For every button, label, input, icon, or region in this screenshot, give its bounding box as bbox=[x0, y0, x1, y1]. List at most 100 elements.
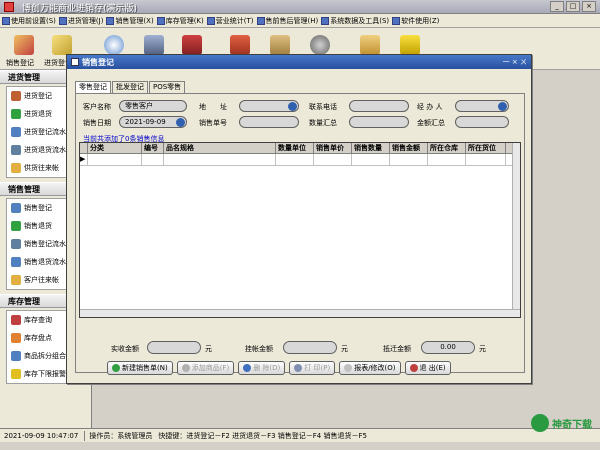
menu-stock[interactable]: 库存管理(K) bbox=[156, 16, 204, 26]
maximize-button[interactable]: □ bbox=[566, 1, 580, 12]
col-qty[interactable]: 销售数量 bbox=[352, 143, 390, 153]
sidebar-item-label: 进货退货流水 bbox=[24, 146, 66, 154]
menu-help-icon bbox=[392, 16, 401, 25]
col-name[interactable]: 品名规格 bbox=[164, 143, 276, 153]
col-location[interactable]: 所在货位 bbox=[466, 143, 506, 153]
cell[interactable] bbox=[466, 154, 506, 165]
report-button[interactable]: 报表/修改(O) bbox=[339, 361, 401, 375]
col-unit[interactable]: 数量单位 bbox=[276, 143, 314, 153]
credit-label: 挂帐金额 bbox=[245, 345, 273, 353]
tab-wholesale[interactable]: 批发登记 bbox=[112, 81, 148, 93]
printer-icon bbox=[294, 364, 303, 372]
sidebar-item-label: 销售退货流水 bbox=[24, 258, 66, 266]
menu-service[interactable]: 售前售后管理(H) bbox=[256, 16, 318, 26]
toolbar-sales-register-label: 销售登记 bbox=[6, 59, 34, 67]
list-icon bbox=[11, 145, 21, 155]
phone-field[interactable] bbox=[349, 100, 409, 112]
table-icon bbox=[11, 315, 21, 325]
cell[interactable] bbox=[390, 154, 428, 165]
dropdown-icon[interactable] bbox=[498, 102, 507, 111]
sidebar-item-label: 销售退货 bbox=[24, 222, 52, 230]
sidebar-item-label: 库存下限报警 bbox=[24, 370, 66, 378]
date-field[interactable]: 2021-09-09 bbox=[119, 116, 187, 128]
dialog-icon bbox=[71, 58, 79, 66]
menu-setup-icon bbox=[2, 16, 10, 25]
dialog-title-bar: 销售登记 一 × ㄨ bbox=[67, 55, 531, 69]
folder-icon bbox=[11, 163, 21, 173]
sidebar-item-label: 商品拆分组合 bbox=[24, 352, 66, 360]
report-icon bbox=[344, 364, 353, 372]
status-separator bbox=[84, 430, 86, 441]
paid-unit: 元 bbox=[205, 345, 212, 353]
printer-icon bbox=[144, 35, 164, 55]
sidebar-item-label: 客户往来帐 bbox=[24, 276, 59, 284]
credit-field[interactable] bbox=[283, 341, 337, 354]
order-no-field[interactable] bbox=[239, 116, 299, 128]
cell[interactable] bbox=[88, 154, 142, 165]
home-icon bbox=[230, 35, 250, 55]
discount-field[interactable]: 0.00 bbox=[421, 341, 475, 354]
paid-field[interactable] bbox=[147, 341, 201, 354]
menu-tools[interactable]: 系统数据及工具(S) bbox=[321, 16, 389, 26]
col-category[interactable]: 分类 bbox=[88, 143, 142, 153]
handler-field[interactable] bbox=[455, 100, 509, 112]
tab-pos[interactable]: POS零售 bbox=[149, 81, 186, 93]
lock-icon bbox=[360, 35, 380, 55]
add-item-button[interactable]: 添加商品(F) bbox=[176, 361, 235, 375]
paid-label: 实收金额 bbox=[111, 345, 139, 353]
cell[interactable] bbox=[314, 154, 352, 165]
qty-total-field bbox=[349, 116, 409, 128]
toolbar-sales-register-button[interactable] bbox=[10, 32, 38, 58]
row-marker: ▶ bbox=[80, 154, 88, 165]
menu-sales-label: 销售管理(X) bbox=[115, 16, 154, 25]
col-price[interactable]: 销售单价 bbox=[314, 143, 352, 153]
menu-help[interactable]: 软件使用(Z) bbox=[392, 16, 439, 26]
close-button[interactable]: × bbox=[582, 1, 596, 12]
dialog-window-controls[interactable]: 一 × ㄨ bbox=[503, 57, 527, 67]
grid-vertical-scrollbar[interactable] bbox=[512, 143, 520, 317]
menu-tools-icon bbox=[321, 16, 330, 25]
cell[interactable] bbox=[142, 154, 164, 165]
cell[interactable] bbox=[164, 154, 276, 165]
customer-label: 客户名称 bbox=[83, 103, 111, 111]
minimize-button[interactable]: _ bbox=[550, 1, 564, 12]
grid-header: 分类 编号 品名规格 数量单位 销售单价 销售数量 销售金额 所在仓库 所在货位 bbox=[80, 143, 520, 154]
wrench-icon bbox=[270, 35, 290, 55]
dropdown-icon[interactable] bbox=[288, 102, 297, 111]
handler-label: 经 办 人 bbox=[417, 103, 443, 111]
menu-setup[interactable]: 使用前设置(S) bbox=[2, 16, 56, 26]
menu-sales[interactable]: 销售管理(X) bbox=[106, 16, 154, 26]
grid-horizontal-scrollbar[interactable] bbox=[80, 309, 520, 317]
cell[interactable] bbox=[276, 154, 314, 165]
exit-button[interactable]: 退 出(E) bbox=[404, 361, 451, 375]
tab-retail[interactable]: 零售登记 bbox=[75, 81, 111, 93]
menu-tools-label: 系统数据及工具(S) bbox=[330, 16, 390, 25]
menu-stats[interactable]: 营业统计(T) bbox=[206, 16, 254, 26]
customer-value: 零售客户 bbox=[125, 102, 153, 110]
menu-purchase[interactable]: 进货管理(J) bbox=[58, 16, 103, 26]
order-no-label: 销售单号 bbox=[199, 119, 227, 127]
status-bar: 2021-09-09 10:47:07 操作员：系统管理员 快捷键：进货登记－F… bbox=[0, 428, 600, 442]
magnifier-icon bbox=[11, 127, 21, 137]
address-field[interactable] bbox=[239, 100, 299, 112]
table-row[interactable]: ▶ bbox=[80, 154, 520, 166]
sales-grid[interactable]: 分类 编号 品名规格 数量单位 销售单价 销售数量 销售金额 所在仓库 所在货位… bbox=[79, 142, 521, 318]
new-order-button[interactable]: 新建销售单(N) bbox=[107, 361, 173, 375]
print-button[interactable]: 打 印(P) bbox=[289, 361, 336, 375]
col-warehouse[interactable]: 所在仓库 bbox=[428, 143, 466, 153]
delete-item-button[interactable]: 删 除(D) bbox=[238, 361, 286, 375]
credit-unit: 元 bbox=[341, 345, 348, 353]
status-datetime: 2021-09-09 10:47:07 bbox=[4, 431, 79, 440]
status-shortcut: 快捷键：进货登记－F2 进货退货－F3 销售登记－F4 销售退货－F5 bbox=[158, 431, 367, 440]
col-amount[interactable]: 销售金额 bbox=[390, 143, 428, 153]
phone-label: 联系电话 bbox=[309, 103, 337, 111]
cell[interactable] bbox=[352, 154, 390, 165]
col-code[interactable]: 编号 bbox=[142, 143, 164, 153]
calendar-icon[interactable] bbox=[176, 118, 185, 127]
discount-label: 抵迁金额 bbox=[383, 345, 411, 353]
return-icon bbox=[11, 221, 21, 231]
customer-field[interactable]: 零售客户 bbox=[119, 100, 187, 112]
delete-item-label: 删 除(D) bbox=[253, 364, 281, 372]
folder-icon bbox=[11, 275, 21, 285]
cell[interactable] bbox=[428, 154, 466, 165]
